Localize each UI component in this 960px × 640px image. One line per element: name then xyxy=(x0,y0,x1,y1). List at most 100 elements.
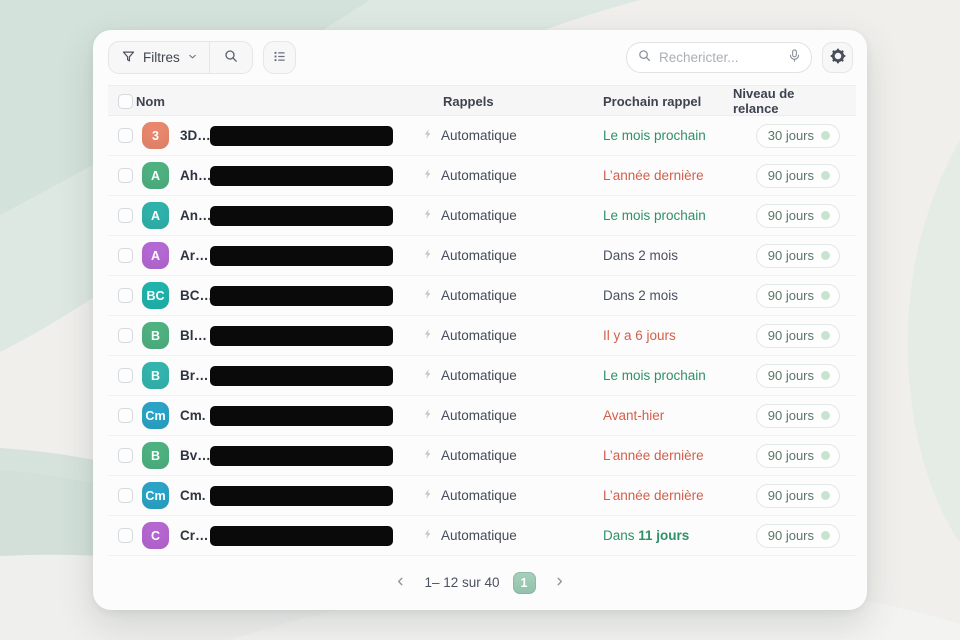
column-header-level: Niveau de relance xyxy=(733,86,856,116)
row-name: Cm. xyxy=(180,408,210,423)
level-dot-icon xyxy=(821,331,830,340)
lightning-bolt-icon xyxy=(422,407,434,424)
table-row[interactable]: C Cr… Automatique Dans 11 jours 90 jours xyxy=(108,516,856,556)
level-badge-label: 90 jours xyxy=(768,528,814,543)
chevron-down-icon xyxy=(187,50,198,65)
magnifier-icon xyxy=(223,48,239,67)
current-page-chip[interactable]: 1 xyxy=(513,572,536,594)
list-view-icon xyxy=(272,49,287,67)
reminder-cell: Automatique xyxy=(408,367,588,384)
level-badge: 90 jours xyxy=(756,324,840,348)
row-checkbox[interactable] xyxy=(118,448,133,463)
row-checkbox[interactable] xyxy=(118,328,133,343)
redacted-name-bar xyxy=(210,126,393,146)
chevron-left-icon xyxy=(394,575,407,591)
row-name: An… xyxy=(180,208,210,223)
contacts-panel: Filtres xyxy=(93,30,867,610)
next-reminder-label: Le mois prochain xyxy=(588,128,733,143)
reminder-label: Automatique xyxy=(441,208,517,223)
filter-search-button[interactable] xyxy=(210,42,252,73)
level-cell: 90 jours xyxy=(756,404,856,428)
avatar: A xyxy=(142,162,169,189)
level-dot-icon xyxy=(821,131,830,140)
row-checkbox[interactable] xyxy=(118,208,133,223)
redacted-name-bar xyxy=(210,326,393,346)
list-view-button[interactable] xyxy=(263,41,296,74)
row-checkbox[interactable] xyxy=(118,248,133,263)
avatar: B xyxy=(142,362,169,389)
next-reminder-label: Dans 11 jours xyxy=(588,528,733,543)
name-cell: BC… xyxy=(178,286,408,306)
row-name: Bl… xyxy=(180,328,210,343)
next-reminder-label: L’année dernière xyxy=(588,488,733,503)
pagination-range: 1– 12 sur 40 xyxy=(424,575,499,590)
level-dot-icon xyxy=(821,171,830,180)
table-row[interactable]: 3 3D… Automatique Le mois prochain 30 jo… xyxy=(108,116,856,156)
level-badge-label: 90 jours xyxy=(768,448,814,463)
lightning-bolt-icon xyxy=(422,367,434,384)
level-badge: 90 jours xyxy=(756,524,840,548)
reminder-label: Automatique xyxy=(441,128,517,143)
level-dot-icon xyxy=(821,491,830,500)
lightning-bolt-icon xyxy=(422,167,434,184)
row-checkbox[interactable] xyxy=(118,368,133,383)
next-reminder-label: Dans 2 mois xyxy=(588,288,733,303)
level-badge: 90 jours xyxy=(756,484,840,508)
level-badge: 90 jours xyxy=(756,164,840,188)
table-row[interactable]: B Br… Automatique Le mois prochain 90 jo… xyxy=(108,356,856,396)
table-row[interactable]: BC BC… Automatique Dans 2 mois 90 jours xyxy=(108,276,856,316)
row-checkbox[interactable] xyxy=(118,408,133,423)
table-row[interactable]: B Bv… Automatique L’année dernière 90 jo… xyxy=(108,436,856,476)
level-badge-label: 90 jours xyxy=(768,368,814,383)
level-dot-icon xyxy=(821,451,830,460)
settings-button[interactable] xyxy=(822,42,853,73)
filters-label: Filtres xyxy=(143,50,180,65)
table-row[interactable]: A Ar… Automatique Dans 2 mois 90 jours xyxy=(108,236,856,276)
avatar: 3 xyxy=(142,122,169,149)
lightning-bolt-icon xyxy=(422,327,434,344)
next-reminder-label: Le mois prochain xyxy=(588,208,733,223)
level-dot-icon xyxy=(821,411,830,420)
level-badge-label: 90 jours xyxy=(768,288,814,303)
avatar: A xyxy=(142,242,169,269)
row-checkbox[interactable] xyxy=(118,288,133,303)
level-badge: 90 jours xyxy=(756,444,840,468)
avatar: Cm xyxy=(142,482,169,509)
toolbar: Filtres xyxy=(93,30,867,85)
previous-page-button[interactable] xyxy=(390,571,411,595)
avatar: C xyxy=(142,522,169,549)
row-checkbox[interactable] xyxy=(118,128,133,143)
lightning-bolt-icon xyxy=(422,487,434,504)
row-checkbox[interactable] xyxy=(118,168,133,183)
row-name: 3D… xyxy=(180,128,210,143)
next-page-button[interactable] xyxy=(549,571,570,595)
table-row[interactable]: B Bl… Automatique Il y a 6 jours 90 jour… xyxy=(108,316,856,356)
search-input[interactable] xyxy=(659,50,780,65)
table-row[interactable]: Cm Cm. Automatique L’année dernière 90 j… xyxy=(108,476,856,516)
name-cell: Bl… xyxy=(178,326,408,346)
redacted-name-bar xyxy=(210,366,393,386)
row-checkbox[interactable] xyxy=(118,488,133,503)
redacted-name-bar xyxy=(210,526,393,546)
level-cell: 90 jours xyxy=(756,524,856,548)
level-cell: 90 jours xyxy=(756,324,856,348)
column-header-name: Nom xyxy=(136,94,408,109)
table-row[interactable]: A Ah… Automatique L’année dernière 90 jo… xyxy=(108,156,856,196)
table-row[interactable]: A An… Automatique Le mois prochain 90 jo… xyxy=(108,196,856,236)
filters-button[interactable]: Filtres xyxy=(109,42,209,73)
microphone-icon[interactable] xyxy=(787,48,802,68)
level-dot-icon xyxy=(821,251,830,260)
filter-control-group: Filtres xyxy=(108,41,253,74)
funnel-icon xyxy=(121,49,136,67)
level-badge: 90 jours xyxy=(756,364,840,388)
name-cell: Bv… xyxy=(178,446,408,466)
row-checkbox[interactable] xyxy=(118,528,133,543)
level-badge: 90 jours xyxy=(756,204,840,228)
select-all-checkbox[interactable] xyxy=(118,94,133,109)
reminder-label: Automatique xyxy=(441,168,517,183)
reminder-label: Automatique xyxy=(441,328,517,343)
search-icon xyxy=(637,48,652,68)
name-cell: Cr… xyxy=(178,526,408,546)
table-row[interactable]: Cm Cm. Automatique Avant-hier 90 jours xyxy=(108,396,856,436)
level-badge: 90 jours xyxy=(756,244,840,268)
